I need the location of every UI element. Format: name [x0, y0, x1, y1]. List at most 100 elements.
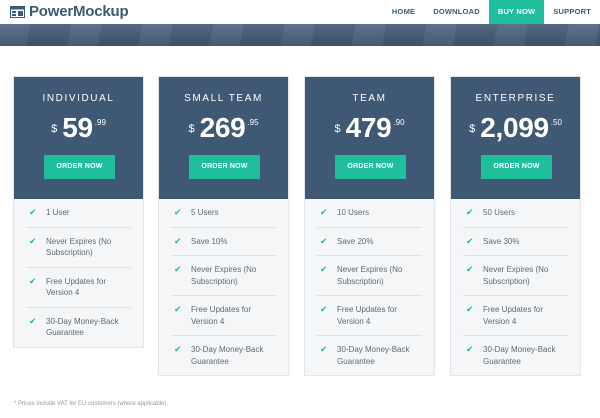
- feature-text: Free Updates for Version 4: [337, 305, 398, 326]
- feature-list: ✔ 10 Users ✔ Save 20% ✔ Never Expires (No Sub…: [305, 199, 434, 375]
- plan-card-team: TEAM $479.90 ORDER NOW ✔ 10 Users ✔ Save 20% ✔ N…: [304, 76, 435, 376]
- feature-item: ✔ Save 30%: [463, 228, 568, 256]
- price-amount: 269: [199, 112, 246, 143]
- feature-item: ✔ 10 Users: [317, 199, 422, 228]
- price-currency: $: [51, 123, 58, 135]
- footnote: * Prices include VAT for EU customers (w…: [14, 401, 169, 407]
- check-icon: ✔: [29, 275, 37, 286]
- main-nav: HOME DOWNLOAD BUY NOW SUPPORT: [383, 0, 600, 24]
- plan-price: $479.90: [305, 113, 434, 143]
- feature-item: ✔ Save 10%: [171, 228, 276, 256]
- feature-item: ✔ 1 User: [26, 199, 131, 228]
- feature-item: ✔ Never Expires (No Subscription): [317, 256, 422, 296]
- check-icon: ✔: [174, 235, 182, 246]
- price-amount: 59: [62, 112, 93, 143]
- feature-item: ✔ 30-Day Money-Back Guarantee: [26, 308, 131, 347]
- feature-item: ✔ Free Updates for Version 4: [171, 296, 276, 336]
- check-icon: ✔: [466, 344, 474, 354]
- plan-card-enterprise: ENTERPRISE $2,099.50 ORDER NOW ✔ 50 Users ✔ Sa…: [450, 76, 581, 376]
- price-cents: .50: [550, 118, 562, 127]
- price-cents: .90: [393, 118, 405, 127]
- feature-text: Never Expires (No Subscription): [483, 265, 549, 286]
- feature-item: ✔ 5 Users: [171, 199, 276, 228]
- check-icon: ✔: [466, 304, 474, 314]
- check-icon: ✔: [174, 207, 182, 217]
- feature-text: Free Updates for Version 4: [483, 305, 544, 326]
- plan-name: SMALL TEAM: [184, 93, 263, 104]
- price-amount: 2,099: [480, 112, 549, 143]
- feature-item: ✔ 30-Day Money-Back Guarantee: [463, 336, 568, 375]
- feature-text: 30-Day Money-Back Guarantee: [337, 345, 410, 366]
- feature-text: Never Expires (No Subscription): [337, 265, 403, 286]
- plan-price: $2,099.50: [451, 113, 580, 143]
- feature-text: Free Updates for Version 4: [46, 276, 107, 298]
- plan-name: TEAM: [352, 93, 387, 104]
- price-cents: .99: [94, 118, 106, 127]
- check-icon: ✔: [320, 235, 328, 246]
- plan-card-small-team: SMALL TEAM $269.95 ORDER NOW ✔ 5 Users ✔ Save …: [158, 76, 289, 376]
- feature-text: Never Expires (No Subscription): [46, 236, 112, 258]
- plan-header: TEAM $479.90 ORDER NOW: [305, 77, 434, 199]
- feature-item: ✔ 30-Day Money-Back Guarantee: [171, 336, 276, 375]
- plan-name: ENTERPRISE: [475, 93, 556, 104]
- feature-text: 50 Users: [483, 208, 516, 217]
- plan-header: ENTERPRISE $2,099.50 ORDER NOW: [451, 77, 580, 199]
- price-currency: $: [469, 123, 476, 135]
- check-icon: ✔: [320, 207, 328, 217]
- check-icon: ✔: [174, 304, 182, 314]
- nav-download[interactable]: DOWNLOAD: [424, 0, 489, 24]
- feature-item: ✔ Free Updates for Version 4: [463, 296, 568, 336]
- plan-header: INDIVIDUAL $59.99 ORDER NOW: [14, 77, 143, 199]
- feature-list: ✔ 50 Users ✔ Save 30% ✔ Never Expires (No Sub…: [451, 199, 580, 375]
- nav-buy-now[interactable]: BUY NOW: [488, 0, 545, 24]
- plan-price: $59.99: [14, 113, 143, 143]
- hero-banner: [0, 24, 600, 46]
- order-now-button[interactable]: ORDER NOW: [481, 155, 552, 179]
- plan-header: SMALL TEAM $269.95 ORDER NOW: [159, 77, 288, 199]
- price-amount: 479: [345, 112, 392, 143]
- check-icon: ✔: [466, 235, 474, 246]
- feature-item: ✔ Never Expires (No Subscription): [26, 228, 131, 268]
- check-icon: ✔: [29, 315, 37, 326]
- feature-item: ✔ Save 20%: [317, 228, 422, 256]
- check-icon: ✔: [320, 304, 328, 314]
- price-currency: $: [188, 123, 195, 135]
- feature-item: ✔ 50 Users: [463, 199, 568, 228]
- feature-item: ✔ Never Expires (No Subscription): [171, 256, 276, 296]
- top-navigation-bar: PowerMockup HOME DOWNLOAD BUY NOW SUPPOR…: [0, 0, 600, 24]
- feature-text: Free Updates for Version 4: [191, 305, 252, 326]
- feature-item: ✔ Never Expires (No Subscription): [463, 256, 568, 296]
- check-icon: ✔: [29, 207, 37, 217]
- feature-text: 30-Day Money-Back Guarantee: [483, 345, 556, 366]
- logo-icon: [10, 6, 25, 18]
- check-icon: ✔: [29, 235, 37, 246]
- feature-text: Save 10%: [191, 236, 228, 246]
- order-now-button[interactable]: ORDER NOW: [189, 155, 260, 179]
- order-now-button[interactable]: ORDER NOW: [335, 155, 406, 179]
- feature-text: 30-Day Money-Back Guarantee: [46, 316, 119, 338]
- check-icon: ✔: [320, 344, 328, 354]
- feature-item: ✔ Free Updates for Version 4: [317, 296, 422, 336]
- price-cents: .95: [247, 118, 259, 127]
- nav-home[interactable]: HOME: [383, 0, 424, 24]
- plan-price: $269.95: [159, 113, 288, 143]
- check-icon: ✔: [320, 264, 328, 274]
- check-icon: ✔: [466, 264, 474, 274]
- feature-text: 1 User: [46, 208, 70, 217]
- logo[interactable]: PowerMockup: [10, 3, 129, 21]
- feature-text: 30-Day Money-Back Guarantee: [191, 345, 264, 366]
- feature-list: ✔ 5 Users ✔ Save 10% ✔ Never Expires (No Subs…: [159, 199, 288, 375]
- check-icon: ✔: [174, 344, 182, 354]
- feature-item: ✔ Free Updates for Version 4: [26, 268, 131, 308]
- feature-text: Never Expires (No Subscription): [191, 265, 257, 286]
- nav-support[interactable]: SUPPORT: [544, 0, 600, 24]
- check-icon: ✔: [174, 264, 182, 274]
- price-currency: $: [334, 123, 341, 135]
- feature-text: Save 20%: [337, 236, 374, 246]
- feature-text: 5 Users: [191, 208, 219, 217]
- check-icon: ✔: [466, 207, 474, 217]
- feature-list: ✔ 1 User ✔ Never Expires (No Subscription) ✔…: [14, 199, 143, 347]
- order-now-button[interactable]: ORDER NOW: [44, 155, 115, 179]
- feature-item: ✔ 30-Day Money-Back Guarantee: [317, 336, 422, 375]
- plan-name: INDIVIDUAL: [42, 93, 115, 104]
